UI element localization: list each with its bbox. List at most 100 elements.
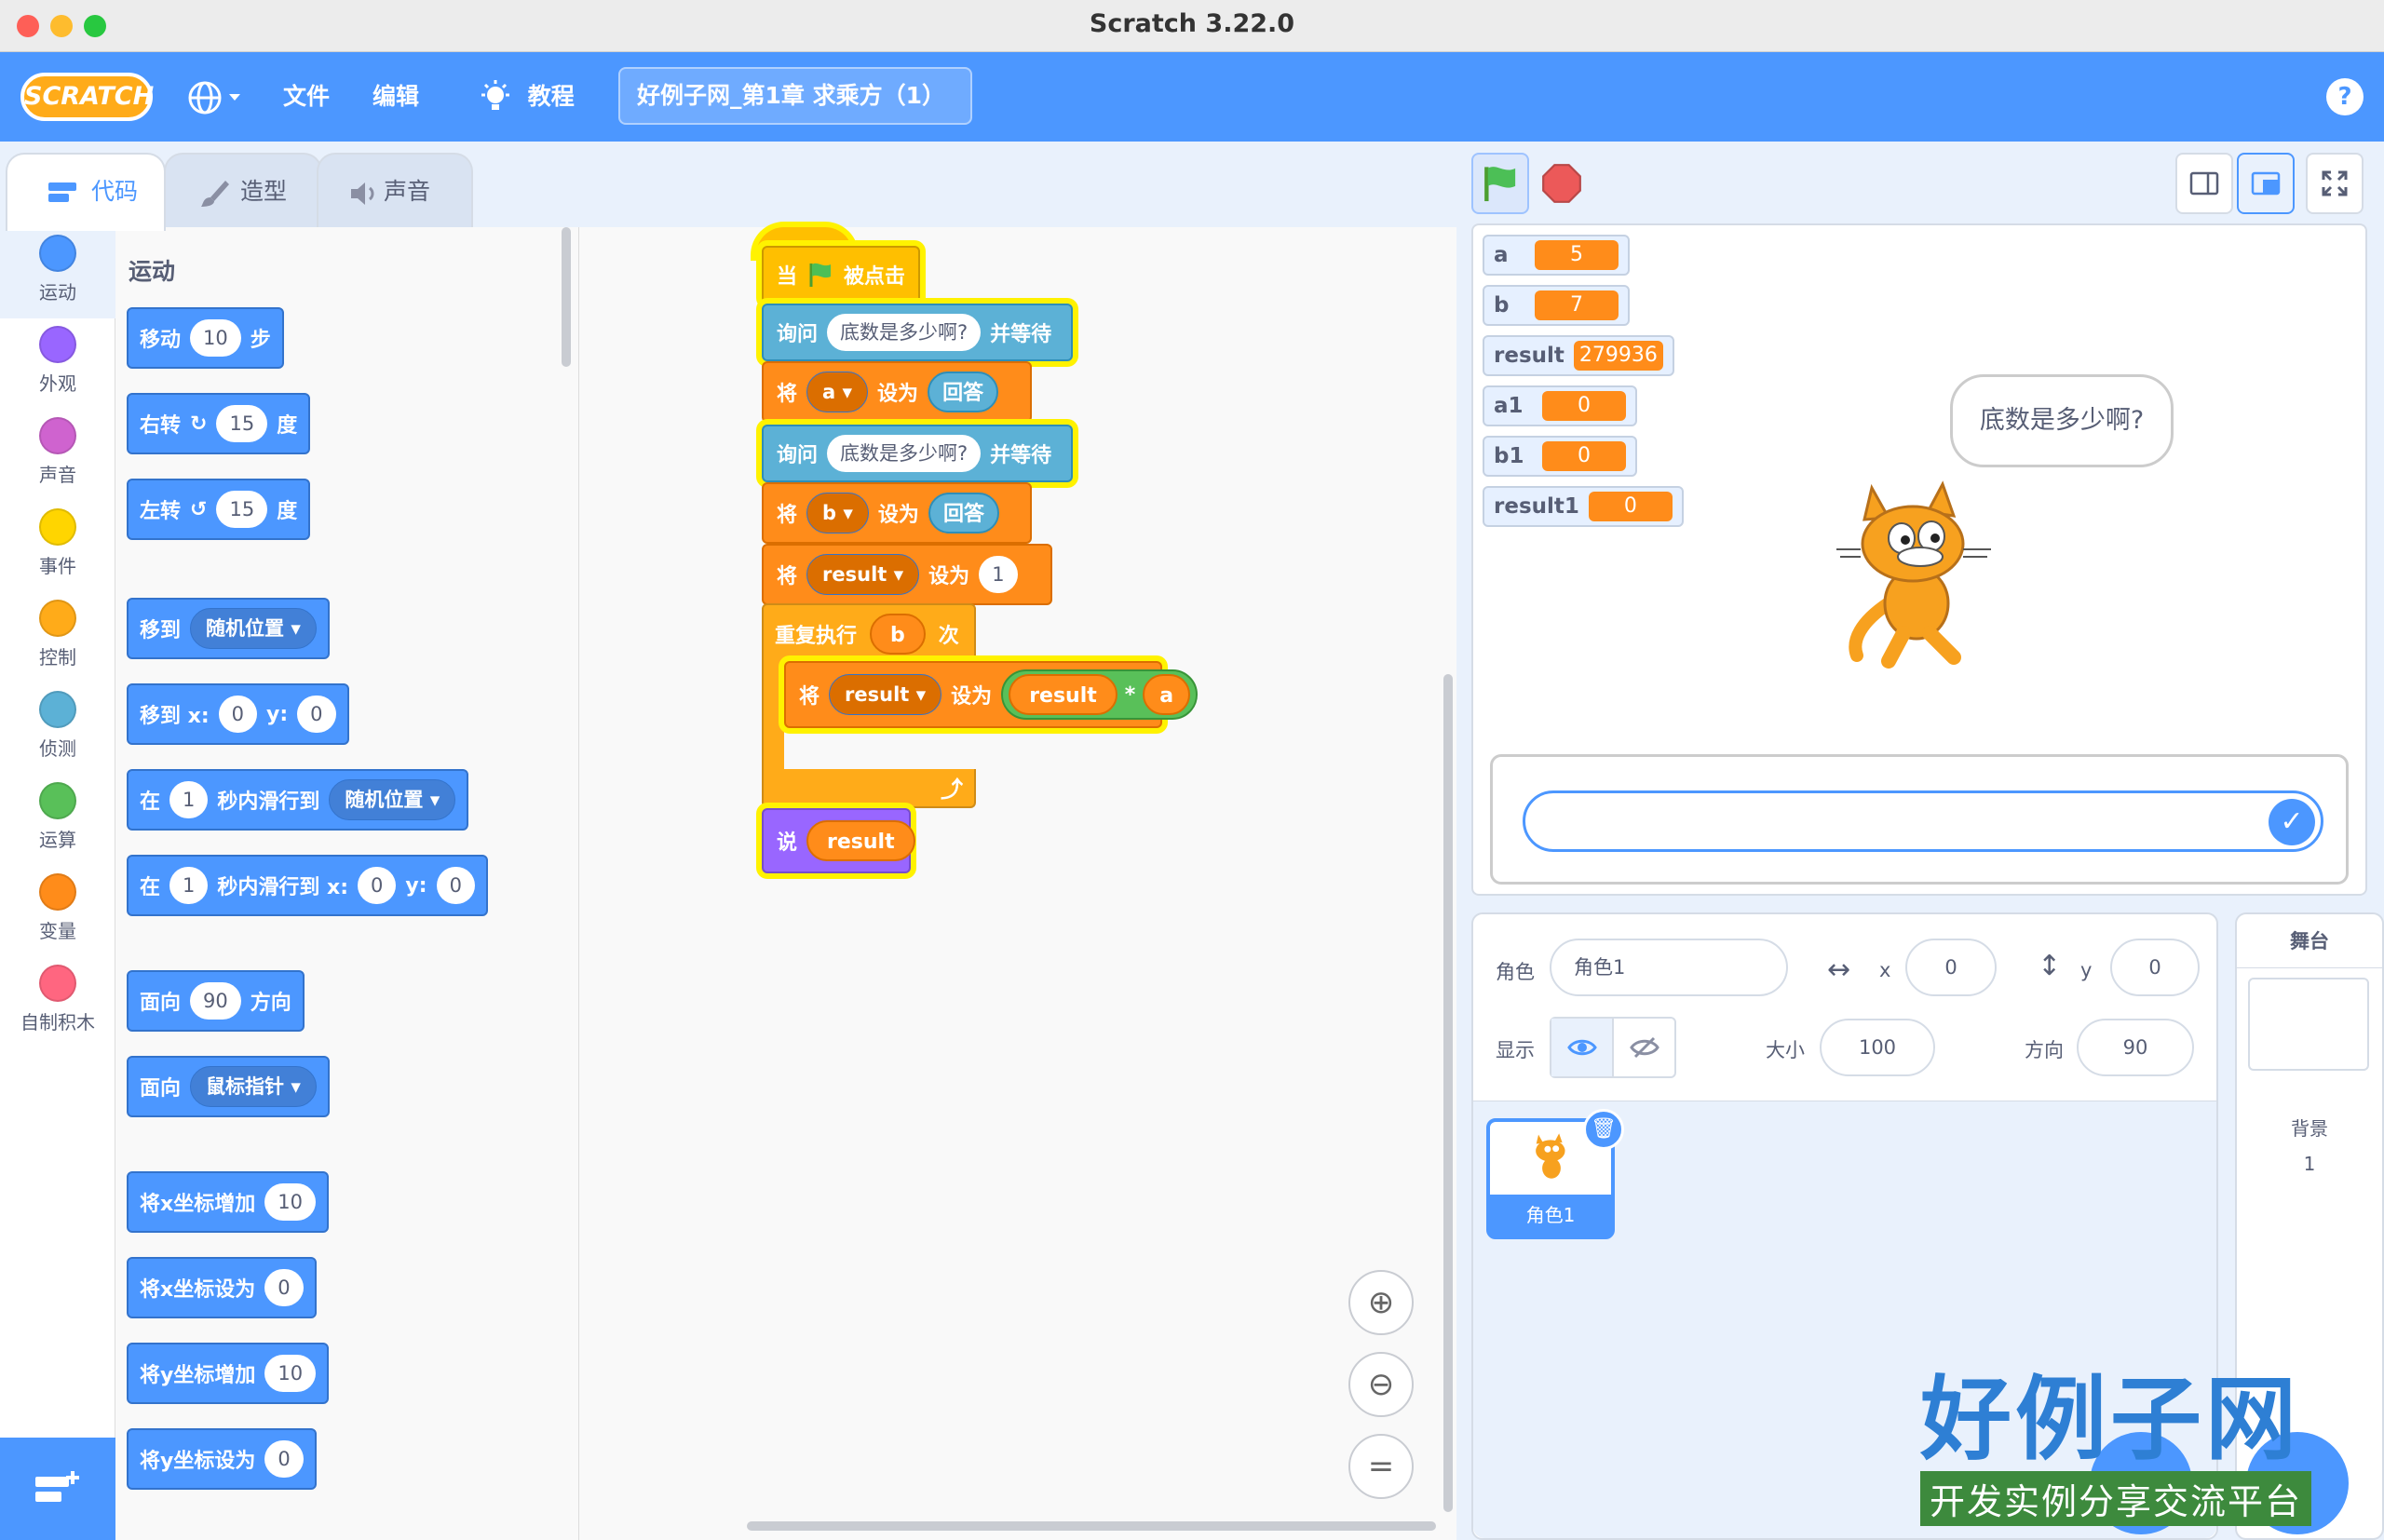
backdrop-thumbnail[interactable] [2248,978,2369,1071]
tab-sounds[interactable]: 声音 [317,153,473,231]
variable-monitor-b1[interactable]: b1 0 [1483,436,1637,477]
x-input[interactable]: 0 [1905,939,1997,996]
category-motion[interactable]: 运动 [0,227,115,318]
set-result-multiply-block[interactable]: 将 result ▾ 设为 result * a [784,661,1199,728]
add-extension-button[interactable] [0,1438,115,1540]
block-change-x[interactable]: 将x坐标增加 10 [127,1171,329,1233]
block-go-to-xy[interactable]: 移到 x: 0 y: 0 [127,683,349,745]
variable-monitor-result[interactable]: result 279936 [1483,335,1674,376]
sprite-tile[interactable]: 角色1 🗑 [1486,1109,1624,1239]
large-stage-button[interactable] [2237,153,2295,214]
zoom-reset-button[interactable]: = [1348,1434,1414,1499]
stop-button[interactable] [1533,153,1591,214]
block-input[interactable]: 0 [436,867,475,904]
tab-costumes[interactable]: 造型 [164,153,322,231]
block-glide-to[interactable]: 在 1 秒内滑行到 随机位置 ▾ [127,769,469,831]
block-turn-right[interactable]: 右转 ↻ 15 度 [127,393,311,454]
block-go-to[interactable]: 移到 随机位置 ▾ [127,598,330,659]
scratch-logo[interactable]: SCRATCH [20,73,154,121]
y-input[interactable]: 0 [2110,939,2200,996]
block-input[interactable]: 0 [264,1440,304,1478]
project-title-input[interactable]: 好例子网_第1章 求乘方（1） [618,67,972,125]
when-flag-clicked-block[interactable]: 当 被点击 [762,246,921,304]
result-reporter[interactable]: result [806,820,915,861]
block-input[interactable]: 90 [190,982,241,1020]
ask-text-input[interactable]: 底数是多少啊? [827,314,982,351]
category-events[interactable]: 事件 [0,501,115,592]
code-workspace[interactable]: 当 被点击 询问 底数是多少啊? 并等待 将 a ▾ 设为 回答 询问 底数是多… [579,227,1456,1540]
stage[interactable]: a5 b7 result 279936 a1 0 b1 0 result1 0 底数是多… [1471,223,2367,896]
variable-dropdown[interactable]: result ▾ [806,554,920,595]
category-operators[interactable]: 运算 [0,775,115,866]
category-my-blocks[interactable]: 自制积木 [0,957,115,1048]
variable-monitor-result1[interactable]: result1 0 [1483,486,1684,527]
delete-sprite-button[interactable]: 🗑 [1583,1109,1624,1150]
tab-code[interactable]: 代码 [6,153,166,231]
repeat-block[interactable]: 重复执行 b 次 [762,603,976,665]
value-input[interactable]: 1 [979,556,1018,593]
result-reporter[interactable]: result [1009,674,1118,715]
ask-and-wait-block-1[interactable]: 询问 底数是多少啊? 并等待 [762,304,1073,361]
say-block[interactable]: 说 result [762,808,915,873]
variable-monitor-b[interactable]: b7 [1483,285,1630,326]
block-dropdown[interactable]: 随机位置 ▾ [329,779,456,820]
category-variables[interactable]: 变量 [0,866,115,957]
block-input[interactable]: 0 [264,1269,304,1306]
palette-scrollbar[interactable] [562,227,571,367]
block-input[interactable]: 15 [216,491,268,528]
block-dropdown[interactable]: 鼠标指针 ▾ [190,1066,317,1107]
block-input[interactable]: 10 [264,1355,317,1392]
hide-button[interactable] [1614,1019,1674,1076]
category-sound[interactable]: 声音 [0,410,115,501]
block-turn-left[interactable]: 左转 ↺ 15 度 [127,479,311,540]
answer-reporter[interactable]: 回答 [928,493,999,534]
ask-and-wait-block-2[interactable]: 询问 底数是多少啊? 并等待 [762,425,1073,482]
zoom-in-button[interactable]: ⊕ [1348,1270,1414,1335]
cat-sprite[interactable] [1823,464,2010,669]
block-input[interactable]: 1 [169,867,209,904]
count-reporter[interactable]: b [870,614,926,655]
block-dropdown[interactable]: 随机位置 ▾ [190,608,317,649]
zoom-out-button[interactable]: ⊖ [1348,1352,1414,1417]
workspace-vertical-scrollbar[interactable] [1443,674,1453,1512]
tutorials-menu[interactable]: 教程 [479,52,575,142]
size-input[interactable]: 100 [1820,1019,1935,1076]
block-input[interactable]: 1 [169,781,209,818]
answer-input[interactable]: ✓ [1523,790,2323,852]
direction-input[interactable]: 90 [2077,1019,2194,1076]
green-flag-button[interactable] [1471,153,1529,214]
variable-dropdown[interactable]: a ▾ [806,371,869,412]
set-a-block[interactable]: 将 a ▾ 设为 回答 [762,361,1032,423]
language-menu[interactable] [186,52,246,142]
block-point-towards[interactable]: 面向 鼠标指针 ▾ [127,1056,330,1117]
block-glide-to-xy[interactable]: 在 1 秒内滑行到 x: 0 y: 0 [127,855,488,916]
workspace-horizontal-scrollbar[interactable] [747,1521,1436,1531]
block-input[interactable]: 10 [190,319,241,357]
block-input[interactable]: 10 [264,1183,316,1221]
edit-menu[interactable]: 编辑 [372,52,419,142]
block-move-steps[interactable]: 移动 10 步 [127,307,284,369]
block-set-x[interactable]: 将x坐标设为 0 [127,1257,317,1318]
variable-monitor-a[interactable]: a5 [1483,235,1630,276]
variable-dropdown[interactable]: result ▾ [829,674,942,715]
block-input[interactable]: 0 [218,696,258,733]
show-button[interactable] [1551,1019,1614,1076]
block-input[interactable]: 15 [216,405,268,442]
multiply-operator-block[interactable]: result * a [1001,669,1199,720]
variable-monitor-a1[interactable]: a1 0 [1483,385,1637,426]
ask-text-input[interactable]: 底数是多少啊? [827,435,982,472]
block-change-y[interactable]: 将y坐标增加 10 [127,1343,330,1404]
category-looks[interactable]: 外观 [0,318,115,410]
variable-dropdown[interactable]: b ▾ [806,493,869,534]
category-sensing[interactable]: 侦测 [0,683,115,775]
fullscreen-button[interactable] [2306,153,2364,214]
submit-answer-button[interactable]: ✓ [2269,799,2315,845]
sprite-name-input[interactable]: 角色1 [1550,939,1788,996]
file-menu[interactable]: 文件 [283,52,330,142]
category-control[interactable]: 控制 [0,592,115,683]
answer-reporter[interactable]: 回答 [928,371,999,412]
small-stage-button[interactable] [2175,153,2233,214]
a-reporter[interactable]: a [1143,674,1191,715]
block-input[interactable]: 0 [297,696,336,733]
set-b-block[interactable]: 将 b ▾ 设为 回答 [762,482,1032,544]
